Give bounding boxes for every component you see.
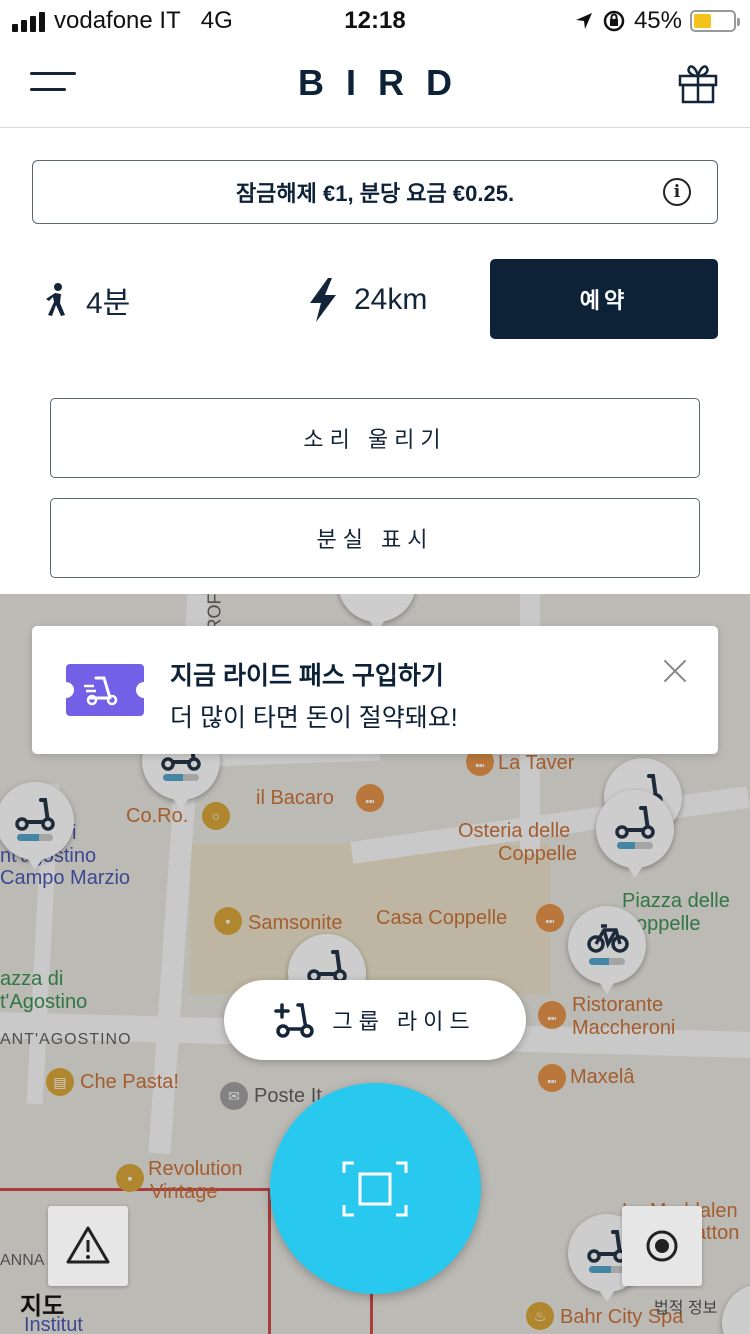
scooter-pin[interactable]	[722, 1284, 750, 1334]
map-label: Maxelâ	[570, 1066, 635, 1088]
bird-logo: BIRD	[298, 62, 474, 103]
pass-banner-subtitle: 더 많이 타면 돈이 절약돼요!	[170, 704, 458, 732]
pricing-banner: 잠금해제 €1, 분당 요금 €0.25. i	[32, 160, 718, 224]
bike-pin[interactable]	[568, 906, 646, 994]
group-ride-button[interactable]: 그룹 라이드	[224, 980, 526, 1060]
map-label: azza di	[0, 968, 64, 990]
pass-banner-title: 지금 라이드 패스 구입하기	[170, 662, 444, 690]
walk-time-label: 4분	[86, 287, 131, 320]
map-label: Coppelle	[498, 843, 577, 865]
rotation-lock-icon	[603, 10, 625, 32]
reserve-button[interactable]: 예약	[490, 259, 718, 339]
pricing-text: 잠금해제 €1, 분당 요금 €0.25.	[235, 181, 515, 206]
map-label: Ristorante	[572, 994, 664, 1016]
shopping-icon[interactable]: ▪	[214, 907, 242, 935]
map-label: Osteria delle	[458, 820, 571, 842]
range: 24km	[306, 270, 427, 330]
scan-button[interactable]	[270, 1083, 481, 1294]
shopping-icon[interactable]: ▪	[116, 1164, 144, 1192]
map-label: Che Pasta!	[80, 1071, 179, 1093]
map-label: Piazza delle	[622, 890, 730, 912]
info-icon[interactable]: i	[663, 178, 691, 206]
app-header: BIRD	[0, 40, 750, 128]
warning-icon	[66, 1226, 110, 1264]
maps-credit: 지도	[20, 1293, 65, 1320]
close-icon[interactable]	[662, 658, 688, 684]
restaurant-icon[interactable]: ⑉	[356, 784, 384, 812]
location-arrow-icon	[575, 13, 592, 29]
range-label: 24km	[354, 283, 428, 316]
map-label: ANNA	[0, 1252, 45, 1269]
legal-link[interactable]: 법적 정보	[654, 1294, 717, 1318]
map-label: Casa Coppelle	[376, 907, 508, 929]
map-label: Samsonite	[248, 912, 343, 934]
scooter-pin[interactable]	[338, 594, 416, 632]
status-bar: vodafone IT 4G 12:18 45%	[0, 0, 750, 40]
restaurant-icon[interactable]: ⑉	[538, 1064, 566, 1092]
scooter-icon	[15, 798, 55, 831]
map-label: Maccheroni	[572, 1017, 676, 1039]
report-issue-button[interactable]	[48, 1206, 128, 1286]
ring-button[interactable]: 소리 울리기	[50, 398, 700, 478]
jewelry-icon[interactable]: ○	[202, 802, 230, 830]
scooter-pin[interactable]	[596, 790, 674, 878]
map-label: Campo Marzio	[0, 867, 131, 889]
scooter-icon	[615, 806, 655, 839]
walking-person-icon	[46, 283, 65, 316]
restaurant-icon[interactable]: ⑉	[536, 904, 564, 932]
report-missing-button[interactable]: 분실 표시	[50, 498, 700, 578]
locate-me-button[interactable]	[622, 1206, 702, 1286]
restaurant-icon[interactable]: ⑉	[538, 1001, 566, 1029]
spa-icon[interactable]: ♨	[526, 1302, 554, 1330]
location-target-icon	[646, 1230, 678, 1262]
shopping-basket-icon[interactable]: ▤	[46, 1068, 74, 1096]
battery-icon	[690, 10, 740, 32]
map-label: il Bacaro	[256, 787, 334, 809]
ride-pass-banner[interactable]: 지금 라이드 패스 구입하기 더 많이 타면 돈이 절약돼요!	[32, 626, 718, 754]
scooter-icon	[587, 1230, 627, 1263]
map-label: t'Agostino	[0, 991, 88, 1013]
map-label: oppelle	[636, 913, 701, 935]
scooter-icon	[307, 950, 347, 983]
walk-time: 4분	[42, 270, 130, 330]
battery-percent: 45%	[633, 7, 682, 34]
ride-pass-ticket-icon	[58, 664, 152, 716]
post-office-icon[interactable]: ✉	[220, 1082, 248, 1110]
scan-frame-icon	[342, 1161, 408, 1217]
lightning-icon	[310, 278, 336, 322]
map-label: Vintage	[150, 1181, 218, 1203]
group-scooter-icon	[274, 1003, 315, 1038]
group-ride-label: 그룹 라이드	[332, 1009, 476, 1034]
map-label: La Taver	[498, 752, 575, 774]
map-label: Revolution	[148, 1158, 243, 1180]
bike-icon	[587, 924, 629, 953]
map-label: ANT'AGOSTINO	[0, 1031, 132, 1048]
gift-icon[interactable]	[678, 62, 718, 104]
